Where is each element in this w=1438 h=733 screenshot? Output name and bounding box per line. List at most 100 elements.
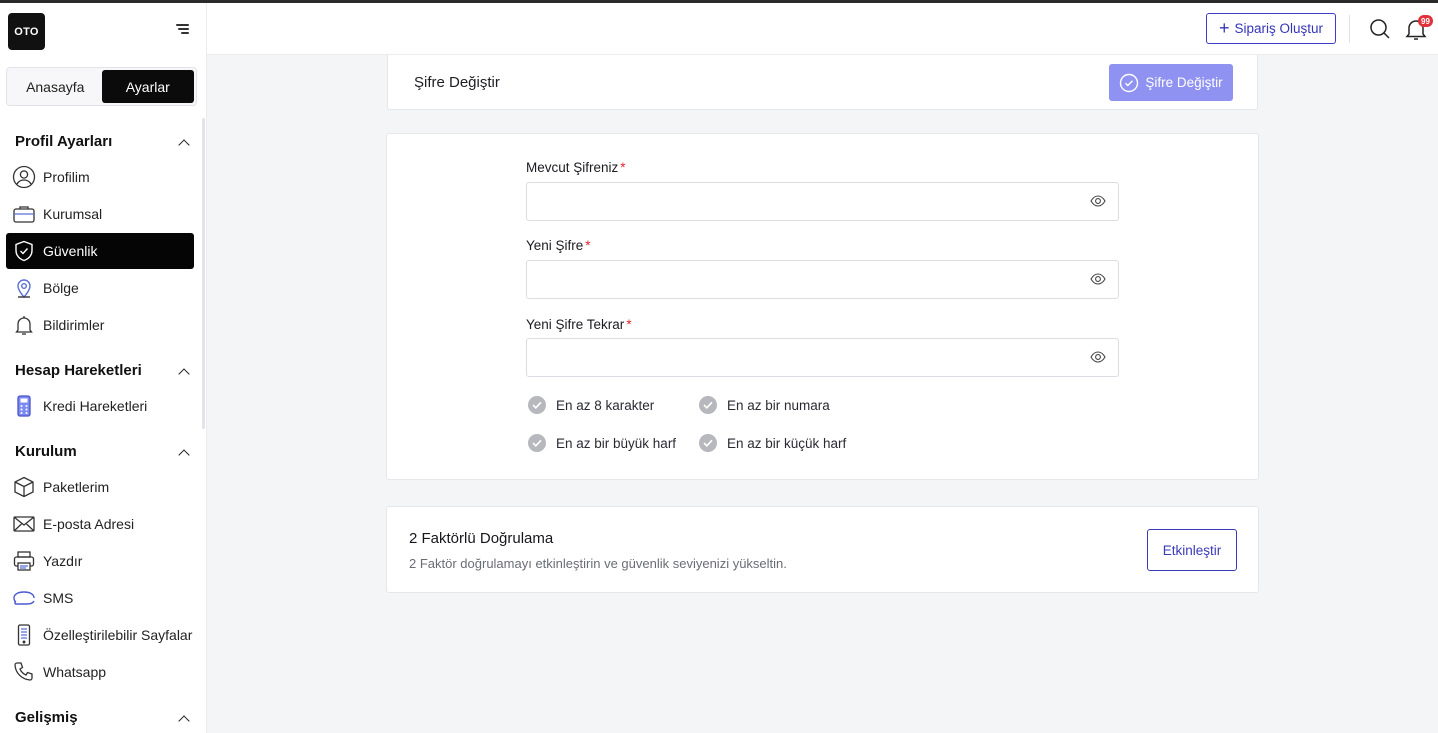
create-order-button[interactable]: + Sipariş Oluştur [1206,13,1336,44]
location-pin-icon [12,276,36,300]
enable-two-factor-button[interactable]: Etkinleştir [1147,529,1237,571]
current-password-input[interactable] [527,183,1067,220]
sidebar-item-label: Yazdır [43,553,83,569]
field-label-text: Yeni Şifre [526,238,584,253]
sidebar-item-label: SMS [43,590,74,606]
password-rule: En az bir numara [699,396,830,414]
sidebar-item-guvenlik[interactable]: Güvenlik [6,233,194,269]
check-circle-icon [1120,73,1139,92]
sidebar-item-label: Güvenlik [43,243,98,259]
sidebar-item-yazdir[interactable]: Yazdır [6,543,194,579]
header-divider [1349,15,1350,43]
page-title-bar: Şifre Değiştir Şifre Değiştir [387,55,1258,110]
top-header: + Sipariş Oluştur 99 [207,3,1438,55]
sidebar-item-label: Bölge [43,280,79,296]
notification-count-badge: 99 [1418,15,1433,27]
sidebar-item-ozellestirilebilir-sayfalar[interactable]: Özelleştirilebilir Sayfalar [6,617,194,653]
sidebar-item-label: Kurumsal [43,206,103,222]
chevron-up-icon [178,713,188,723]
section-kurulum[interactable]: Kurulum [15,443,190,460]
section-title: Kurulum [15,443,77,460]
page-title: Şifre Değiştir [414,74,500,91]
calculator-icon [12,394,36,418]
sidebar-item-kredi-hareketleri[interactable]: Kredi Hareketleri [6,388,194,424]
rule-text: En az 8 karakter [556,397,655,413]
required-mark: * [585,238,591,253]
sidebar-item-whatsapp[interactable]: Whatsapp [6,654,194,690]
section-hesap-hareketleri[interactable]: Hesap Hareketleri [15,362,190,379]
sidebar-mode-switch: Anasayfa Ayarlar [6,67,197,106]
plus-icon: + [1218,17,1230,38]
new-password-field [526,260,1119,299]
sidebar-item-kurumsal[interactable]: Kurumsal [6,196,194,232]
confirm-password-input[interactable] [527,339,1067,376]
chevron-up-icon [178,137,188,147]
new-password-input[interactable] [527,261,1067,298]
sidebar-item-label: Profilim [43,169,90,185]
printer-icon [12,549,36,573]
required-mark: * [626,317,632,332]
eye-icon[interactable] [1090,194,1106,213]
section-title: Gelişmiş [15,709,78,726]
sidebar-scrollbar[interactable] [202,118,205,429]
chat-bubble-icon [12,586,36,610]
shield-icon [12,239,36,263]
sidebar-item-profilim[interactable]: Profilim [6,159,194,195]
field-label-text: Yeni Şifre Tekrar [526,317,625,332]
box-icon [12,475,36,499]
password-form-card: Mevcut Şifreniz * Yeni Şifre * Yeni Şifre … [386,133,1259,480]
rule-text: En az bir büyük harf [556,435,677,451]
mobile-page-icon [12,623,36,647]
sidebar-item-bolge[interactable]: Bölge [6,270,194,306]
section-title: Hesap Hareketleri [15,362,142,379]
password-rule: En az bir küçük harf [699,434,846,452]
field-label-text: Mevcut Şifreniz [526,160,619,175]
envelope-icon [12,512,36,536]
current-password-field [526,182,1119,221]
section-title: Profil Ayarları [15,133,113,150]
chevron-up-icon [178,366,188,376]
sidebar-item-e-posta-adresi[interactable]: E-posta Adresi [6,506,194,542]
sidebar-item-label: E-posta Adresi [43,516,135,532]
eye-icon[interactable] [1090,350,1106,369]
phone-icon [12,660,36,684]
sidebar-item-label: Paketlerim [43,479,110,495]
sidebar: OTO Anasayfa Ayarlar Profil Ayarları Pro… [0,3,207,733]
sidebar-item-paketlerim[interactable]: Paketlerim [6,469,194,505]
tab-ayarlar[interactable]: Ayarlar [101,70,194,103]
search-icon[interactable] [1369,18,1391,45]
sidebar-item-label: Bildirimler [43,317,105,333]
password-rule: En az bir büyük harf [528,434,676,452]
chevron-up-icon [178,447,188,457]
required-mark: * [620,160,626,175]
sidebar-item-label: Kredi Hareketleri [43,398,148,414]
change-password-label: Şifre Değiştir [1145,75,1223,90]
rule-text: En az bir küçük harf [727,435,847,451]
eye-icon[interactable] [1090,272,1106,291]
two-factor-title: 2 Faktörlü Doğrulama [409,530,554,547]
sidebar-item-sms[interactable]: SMS [6,580,194,616]
two-factor-description: 2 Faktör doğrulamayı etkinleştirin ve gü… [409,556,787,571]
check-circle-icon [699,396,717,414]
check-circle-icon [528,434,546,452]
rule-text: En az bir numara [727,397,830,413]
create-order-label: Sipariş Oluştur [1234,21,1324,36]
briefcase-icon [12,202,36,226]
new-password-label: Yeni Şifre * [526,238,591,253]
two-factor-card: 2 Faktörlü Doğrulama 2 Faktör doğrulamay… [386,506,1259,593]
bell-icon [12,313,36,337]
section-gelismis[interactable]: Gelişmiş [15,709,190,726]
check-circle-icon [699,434,717,452]
menu-collapse-icon[interactable] [171,21,189,37]
confirm-password-label: Yeni Şifre Tekrar * [526,317,632,332]
password-rule: En az 8 karakter [528,396,654,414]
user-icon [12,165,36,189]
check-circle-icon [528,396,546,414]
tab-anasayfa[interactable]: Anasayfa [9,70,102,103]
app-logo[interactable]: OTO [8,13,45,50]
confirm-password-field [526,338,1119,377]
sidebar-item-label: Özelleştirilebilir Sayfalar [43,627,193,643]
sidebar-item-bildirimler[interactable]: Bildirimler [6,307,194,343]
section-profil-ayarlari[interactable]: Profil Ayarları [15,133,190,150]
change-password-button[interactable]: Şifre Değiştir [1109,64,1233,101]
